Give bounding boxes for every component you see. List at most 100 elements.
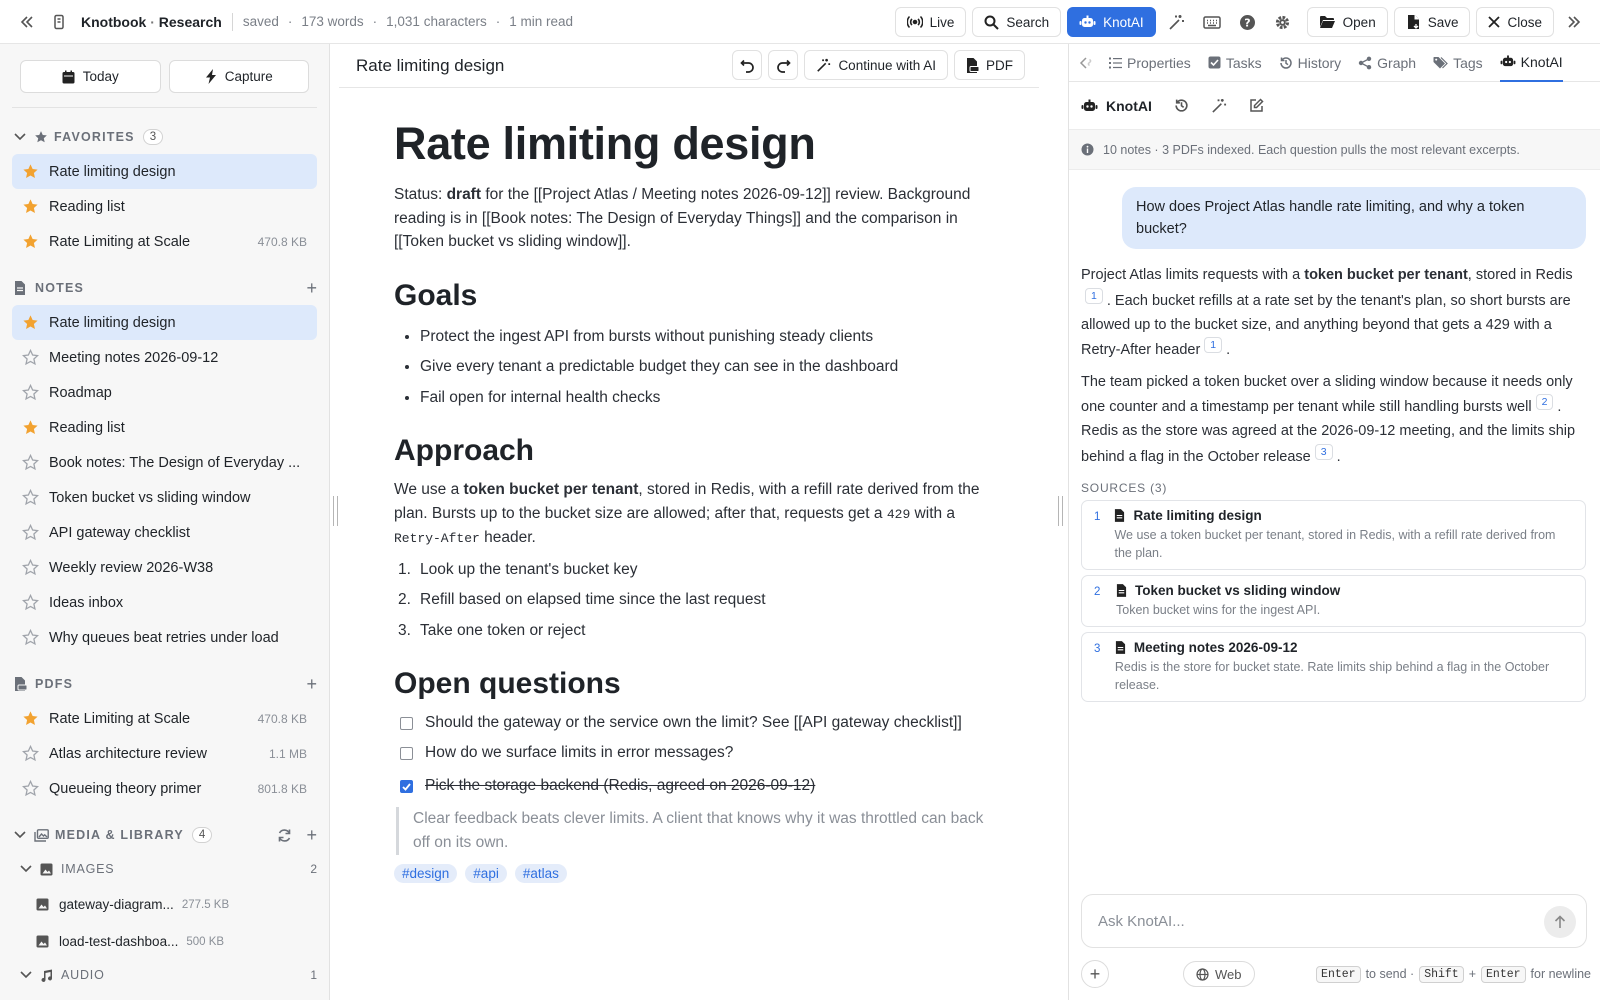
panel-resize-handle[interactable]	[1058, 496, 1063, 526]
media-section-header[interactable]: MEDIA & LIBRARY 4 +	[0, 818, 329, 852]
live-button[interactable]: Live	[894, 7, 967, 37]
undo-icon	[740, 58, 755, 73]
list-item[interactable]: Ideas inbox	[12, 585, 317, 620]
list-item[interactable]: Reading list	[12, 410, 317, 445]
tab-history[interactable]: History	[1279, 44, 1341, 82]
web-search-toggle[interactable]: Web	[1183, 961, 1255, 987]
search-button[interactable]: Search	[972, 7, 1062, 37]
list-item: Protect the ingest API from bursts witho…	[420, 322, 989, 353]
list-item[interactable]: Roadmap	[12, 375, 317, 410]
star-outline-icon[interactable]	[22, 629, 39, 646]
star-filled-icon[interactable]	[22, 314, 39, 331]
add-note-button[interactable]: +	[306, 279, 317, 297]
today-button[interactable]: Today	[20, 60, 161, 93]
task-checkbox[interactable]	[400, 717, 413, 730]
favorite-item[interactable]: Reading list	[12, 189, 317, 224]
star-filled-icon[interactable]	[22, 198, 39, 215]
list-item[interactable]: Atlas architecture review 1.1 MB	[12, 736, 317, 771]
citation-badge[interactable]: 3	[1314, 443, 1333, 460]
tab-knotai[interactable]: KnotAI	[1499, 44, 1563, 82]
citation-badge[interactable]: 1	[1085, 287, 1103, 304]
chevron-down-icon[interactable]	[20, 971, 32, 979]
notes-section-header[interactable]: NOTES +	[0, 271, 329, 305]
list-item[interactable]: Why queues beat retries under load	[12, 620, 317, 655]
star-outline-icon[interactable]	[22, 384, 39, 401]
favorite-item[interactable]: Rate limiting design	[12, 154, 317, 189]
redo-button[interactable]	[768, 50, 799, 80]
settings-button[interactable]	[1268, 7, 1297, 37]
export-pdf-button[interactable]: PDF	[954, 50, 1025, 80]
continue-with-ai-button[interactable]: Continue with AI	[804, 50, 948, 80]
add-media-button[interactable]: +	[306, 826, 317, 844]
open-button[interactable]: Open	[1306, 7, 1388, 37]
star-outline-icon[interactable]	[22, 489, 39, 506]
sidebar-resize-handle[interactable]	[333, 496, 338, 526]
star-outline-icon[interactable]	[22, 349, 39, 366]
star-outline-icon[interactable]	[22, 745, 39, 762]
citation-badge[interactable]: 1	[1204, 337, 1223, 354]
chevron-down-icon[interactable]	[20, 865, 32, 873]
add-pdf-button[interactable]: +	[306, 675, 317, 693]
star-filled-icon[interactable]	[22, 419, 39, 436]
task-checkbox[interactable]	[400, 747, 413, 760]
undo-button[interactable]	[732, 50, 763, 80]
citation-badge[interactable]: 2	[1535, 394, 1554, 411]
star-outline-icon[interactable]	[22, 524, 39, 541]
history-icon[interactable]	[1174, 98, 1189, 113]
attach-button[interactable]: +	[1081, 960, 1109, 988]
tab-properties[interactable]: Properties	[1109, 44, 1191, 82]
magic-wand-icon[interactable]	[1211, 98, 1227, 114]
tab-tags[interactable]: Tags	[1433, 44, 1483, 82]
star-outline-icon[interactable]	[22, 594, 39, 611]
source-card[interactable]: 1 Rate limiting design We use a token buck…	[1081, 500, 1586, 571]
tag-chip[interactable]: #design	[394, 864, 458, 883]
keyboard-button[interactable]	[1197, 7, 1227, 37]
refresh-icon[interactable]	[277, 828, 292, 843]
list-item[interactable]: Rate Limiting at Scale 470.8 KB	[12, 701, 317, 736]
list-item[interactable]: Queueing theory primer 801.8 KB	[12, 771, 317, 806]
collapse-sidebar-icon[interactable]	[19, 14, 35, 30]
source-card[interactable]: 2 Token bucket vs sliding window Token buc…	[1081, 575, 1586, 628]
new-chat-icon[interactable]	[1249, 98, 1264, 113]
tab-tasks[interactable]: Tasks	[1208, 44, 1262, 82]
list-item[interactable]: API gateway checklist	[12, 515, 317, 550]
tag-chip[interactable]: #api	[465, 864, 507, 883]
star-filled-icon[interactable]	[22, 163, 39, 180]
pdfs-section-header[interactable]: PDFS +	[0, 667, 329, 701]
image-file-item[interactable]: gateway-diagram... 277.5 KB	[12, 886, 317, 923]
audio-subsection-header[interactable]: AUDIO 1	[0, 964, 329, 986]
image-file-item[interactable]: load-test-dashboa... 500 KB	[12, 923, 317, 960]
favorites-section-header[interactable]: FAVORITES 3	[0, 120, 329, 154]
star-filled-icon[interactable]	[22, 233, 39, 250]
star-outline-icon[interactable]	[22, 780, 39, 797]
favorite-item[interactable]: Rate Limiting at Scale 470.8 KB	[12, 224, 317, 259]
tab-graph[interactable]: Graph	[1358, 44, 1416, 82]
task-checkbox-checked[interactable]	[400, 780, 413, 793]
list-item[interactable]: Weekly review 2026-W38	[12, 550, 317, 585]
ask-input[interactable]: Ask KnotAI...	[1081, 894, 1587, 948]
knotai-button[interactable]: KnotAI	[1067, 7, 1156, 37]
source-card[interactable]: 3 Meeting notes 2026-09-12 Redis is the st…	[1081, 632, 1586, 703]
document-body[interactable]: Rate limiting design Status: draft for t…	[339, 118, 989, 883]
star-outline-icon[interactable]	[22, 559, 39, 576]
list-item[interactable]: Book notes: The Design of Everyday ...	[12, 445, 317, 480]
collapse-panel-button[interactable]	[1560, 7, 1588, 37]
list-item[interactable]: Token bucket vs sliding window	[12, 480, 317, 515]
panel-back-icon[interactable]	[1079, 56, 1093, 70]
ai-magic-button[interactable]	[1162, 7, 1191, 37]
images-subsection-header[interactable]: IMAGES 2	[0, 852, 329, 886]
tag-chip[interactable]: #atlas	[514, 864, 567, 883]
send-button[interactable]	[1544, 906, 1576, 938]
capture-button[interactable]: Capture	[168, 60, 309, 93]
help-button[interactable]: ?	[1233, 7, 1262, 37]
close-button[interactable]: Close	[1476, 7, 1554, 37]
chevron-down-icon[interactable]	[14, 133, 26, 141]
ai-answer-paragraph: The team picked a token bucket over a sl…	[1081, 373, 1576, 465]
list-item[interactable]: Meeting notes 2026-09-12	[12, 340, 317, 375]
save-button[interactable]: Save	[1393, 7, 1471, 37]
star-filled-icon[interactable]	[22, 710, 39, 727]
list-item[interactable]: Rate limiting design	[12, 305, 317, 340]
chevron-down-icon[interactable]	[14, 831, 26, 839]
star-outline-icon[interactable]	[22, 454, 39, 471]
list-item: 3. Take one token or reject	[398, 621, 586, 639]
